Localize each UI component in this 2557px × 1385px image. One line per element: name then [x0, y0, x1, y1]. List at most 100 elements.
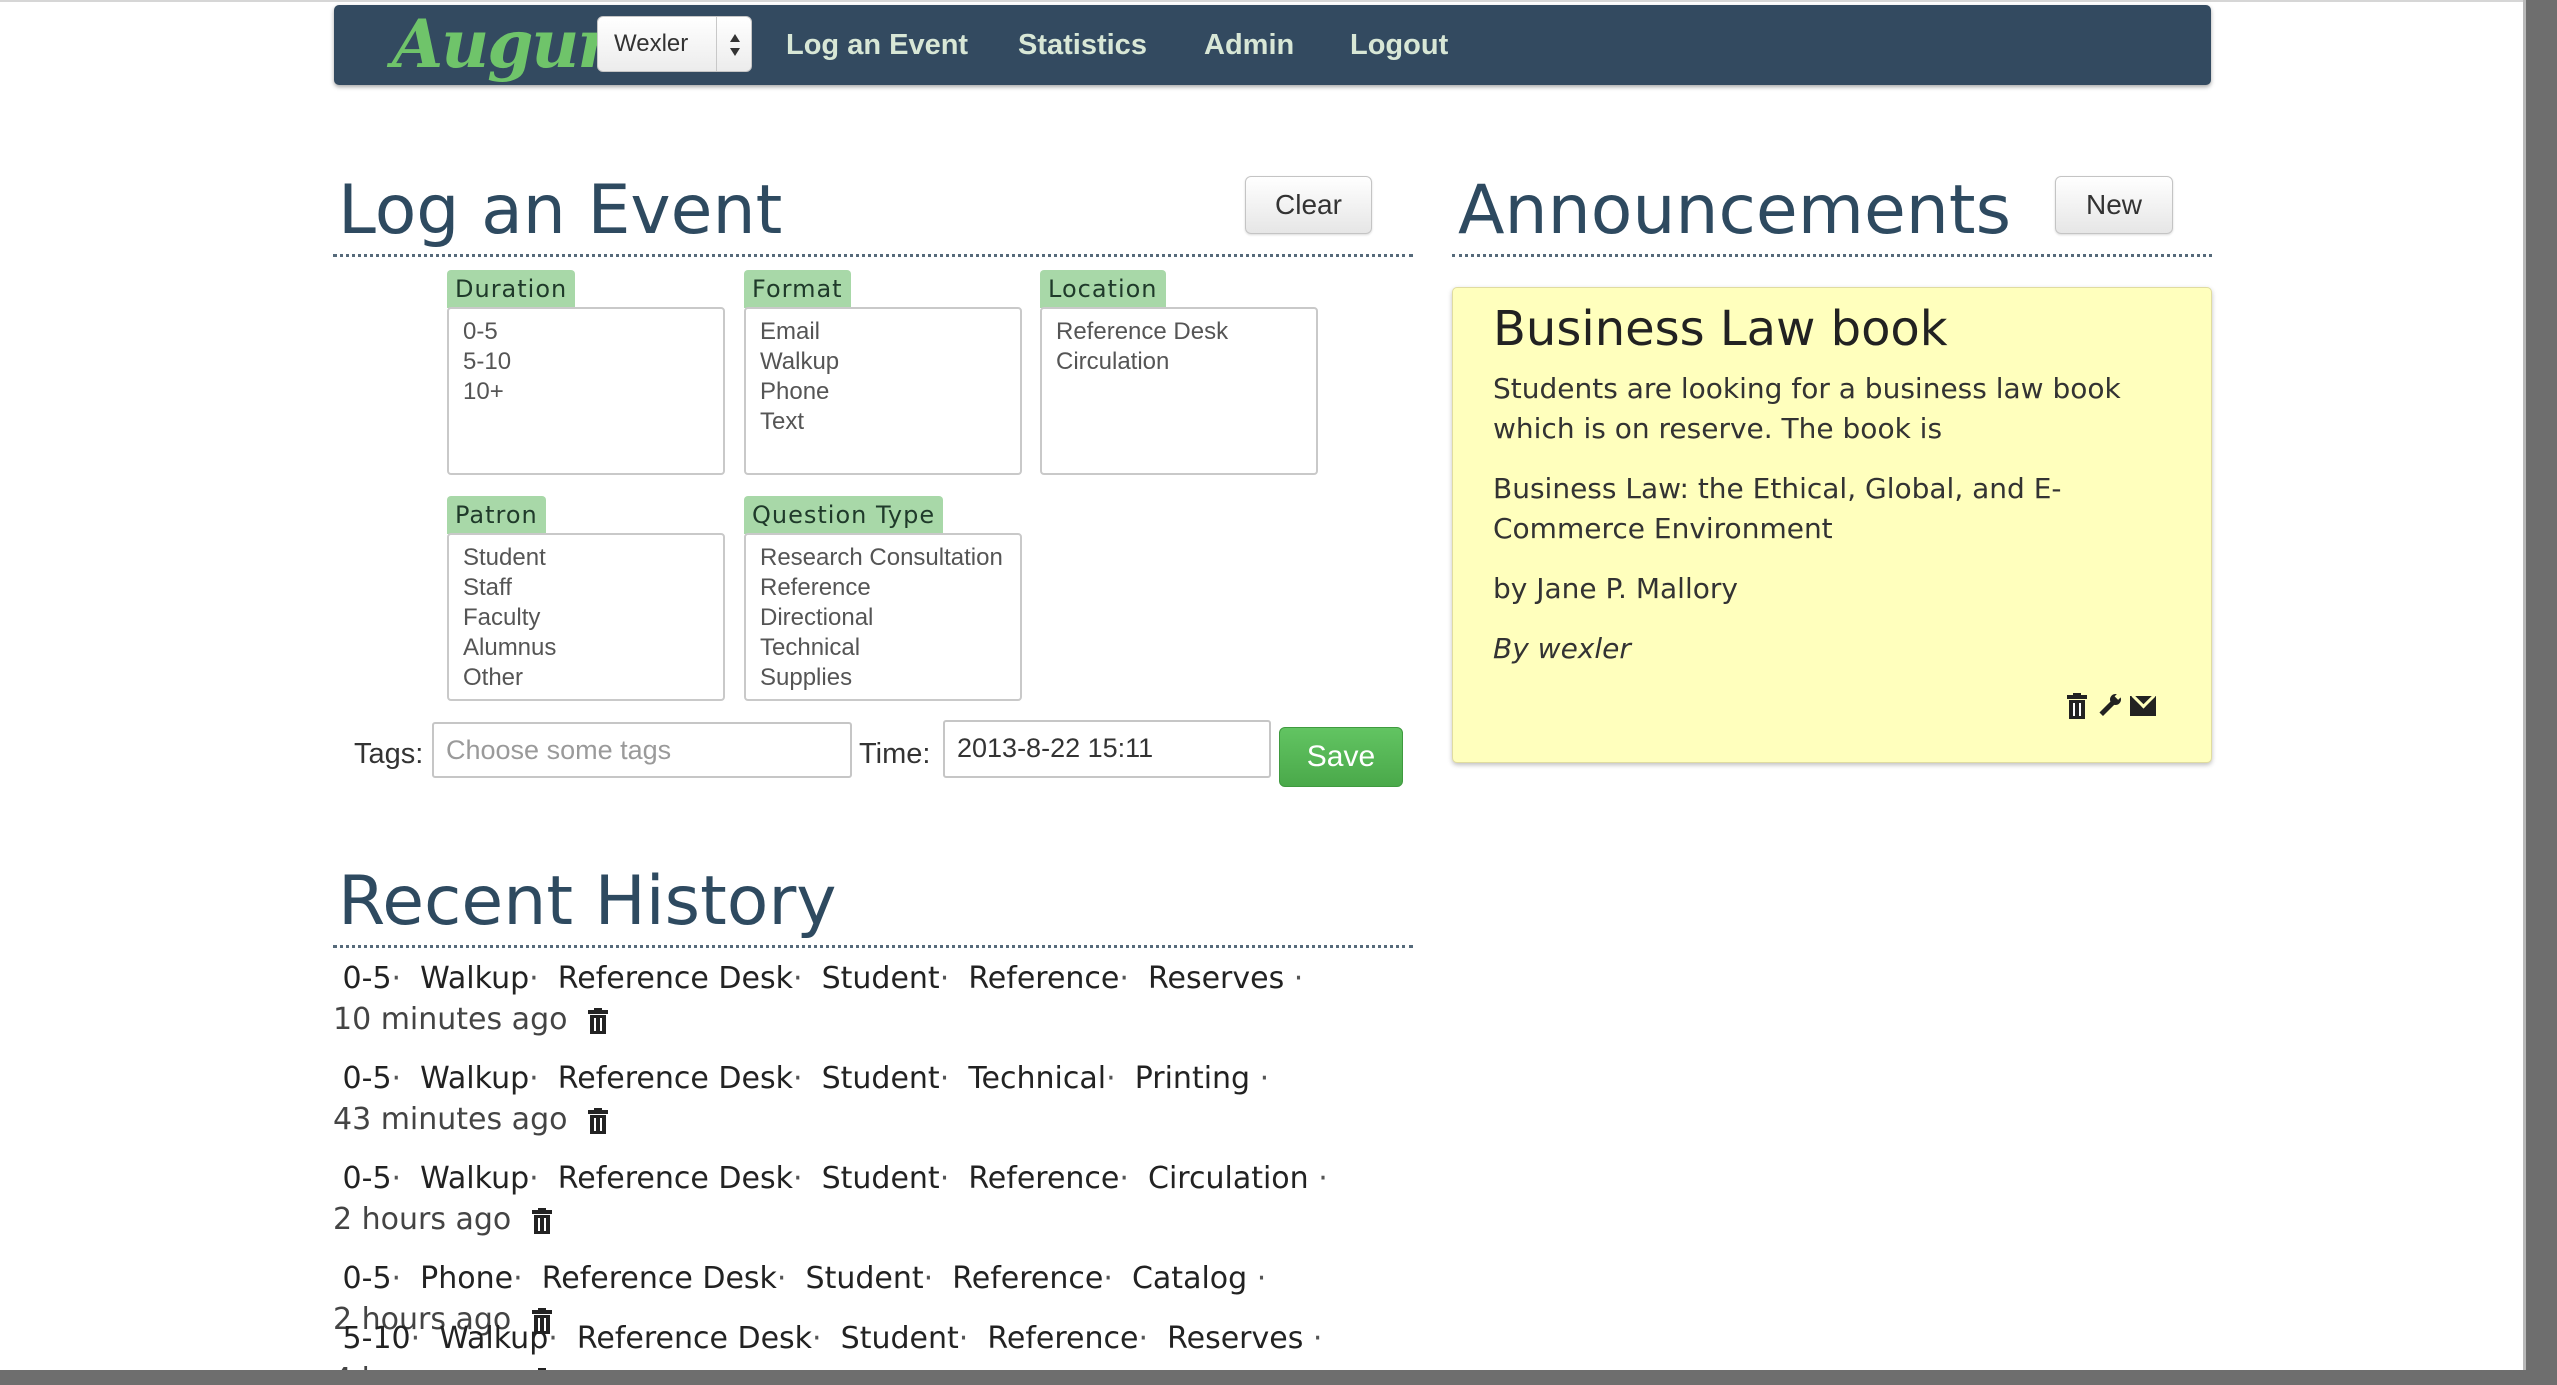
history-tag: Reserves	[1148, 961, 1285, 996]
history-row: 0-5· Walkup· Reference Desk· Student· Re…	[333, 1158, 1413, 1240]
history-time-ago: 43 minutes ago	[333, 1102, 568, 1137]
recent-history-heading: Recent History	[338, 862, 837, 941]
format-label: Format	[744, 270, 851, 308]
question-type-label: Question Type	[744, 496, 944, 534]
library-selector[interactable]: Wexler	[597, 16, 752, 72]
location-option[interactable]: Reference Desk	[1056, 317, 1316, 347]
history-separator: ·	[939, 1161, 950, 1196]
history-row: 5-10· Walkup· Reference Desk· Student· R…	[333, 1318, 1413, 1370]
patron-option[interactable]: Student	[463, 543, 723, 573]
tags-input[interactable]: Choose some tags	[432, 722, 852, 778]
announcement-body: Students are looking for a business law …	[1493, 372, 2121, 445]
history-patron: Student	[805, 1261, 924, 1296]
history-time-ago: 2 hours ago	[333, 1202, 512, 1237]
history-format: Phone	[420, 1261, 514, 1296]
patron-listbox[interactable]: Student Staff Faculty Alumnus Other	[447, 533, 725, 701]
history-separator: ·	[1138, 1321, 1149, 1356]
envelope-icon[interactable]	[2130, 696, 2156, 716]
history-format: Walkup	[420, 961, 530, 996]
history-separator: ·	[1256, 1261, 1267, 1296]
history-separator: ·	[529, 1061, 539, 1096]
question-type-listbox[interactable]: Research Consultation Reference Directio…	[744, 533, 1022, 701]
new-announcement-button[interactable]: New	[2055, 176, 2173, 234]
format-option[interactable]: Text	[760, 407, 1020, 437]
format-option[interactable]: Phone	[760, 377, 1020, 407]
history-row: 0-5· Walkup· Reference Desk· Student· Re…	[333, 958, 1413, 1040]
recent-history-divider	[333, 945, 1413, 948]
brand-logo[interactable]: Augur	[392, 9, 612, 79]
history-separator: ·	[792, 1161, 803, 1196]
trash-icon[interactable]	[587, 1107, 609, 1134]
clear-button[interactable]: Clear	[1245, 176, 1372, 234]
history-duration: 0-5	[342, 1161, 392, 1196]
history-separator: ·	[391, 961, 402, 996]
history-tag: Printing	[1134, 1061, 1251, 1096]
patron-option[interactable]: Staff	[463, 573, 723, 603]
patron-option[interactable]: Alumnus	[463, 633, 723, 663]
trash-icon[interactable]	[2066, 693, 2088, 719]
announcements-heading: Announcements	[1458, 171, 2011, 250]
history-separator: ·	[1318, 1161, 1328, 1196]
history-separator: ·	[1103, 1261, 1113, 1296]
history-separator: ·	[410, 1321, 421, 1356]
save-button[interactable]: Save	[1279, 727, 1403, 787]
history-separator: ·	[1312, 1321, 1323, 1356]
history-location: Reference Desk	[557, 961, 793, 996]
announcement-card: Business Law book Students are looking f…	[1452, 287, 2212, 763]
question-type-option[interactable]: Research Consultation	[760, 543, 1020, 573]
trash-icon[interactable]	[531, 1367, 553, 1370]
history-separator: ·	[529, 961, 539, 996]
history-row: 0-5· Walkup· Reference Desk· Student· Te…	[333, 1058, 1413, 1140]
location-option[interactable]: Circulation	[1056, 347, 1316, 377]
history-separator: ·	[776, 1261, 787, 1296]
announcement-title: Business Law book	[1493, 301, 1948, 357]
patron-option[interactable]: Faculty	[463, 603, 723, 633]
history-separator: ·	[923, 1261, 934, 1296]
duration-listbox[interactable]: 0-5 5-10 10+	[447, 307, 725, 475]
nav-logout[interactable]: Logout	[1350, 5, 1448, 85]
history-patron: Student	[821, 1061, 940, 1096]
history-format: Walkup	[420, 1061, 530, 1096]
trash-icon[interactable]	[531, 1207, 553, 1234]
history-format: Walkup	[439, 1321, 549, 1356]
history-separator: ·	[1259, 1061, 1270, 1096]
location-listbox[interactable]: Reference Desk Circulation	[1040, 307, 1318, 475]
log-event-heading: Log an Event	[338, 171, 783, 250]
question-type-option[interactable]: Directional	[760, 603, 1020, 633]
history-question-type: Reference	[968, 961, 1120, 996]
history-location: Reference Desk	[541, 1261, 777, 1296]
nav-statistics[interactable]: Statistics	[1018, 5, 1147, 85]
log-event-divider	[333, 254, 1413, 257]
duration-option[interactable]: 0-5	[463, 317, 723, 347]
history-separator: ·	[1119, 961, 1129, 996]
question-type-option[interactable]: Technical	[760, 633, 1020, 663]
history-location: Reference Desk	[557, 1061, 793, 1096]
format-listbox[interactable]: Email Walkup Phone Text	[744, 307, 1022, 475]
wrench-icon[interactable]	[2096, 693, 2122, 719]
history-separator: ·	[939, 1061, 950, 1096]
tags-label: Tags:	[354, 738, 424, 770]
time-input[interactable]: 2013-8-22 15:11	[943, 720, 1271, 778]
announcement-book-author: by Jane P. Mallory	[1493, 572, 1738, 605]
history-separator: ·	[548, 1321, 558, 1356]
history-separator: ·	[391, 1161, 402, 1196]
duration-option[interactable]: 5-10	[463, 347, 723, 377]
announcement-book-title: Business Law: the Ethical, Global, and E…	[1493, 472, 2062, 545]
format-option[interactable]: Walkup	[760, 347, 1020, 377]
time-label: Time:	[859, 738, 931, 770]
format-option[interactable]: Email	[760, 317, 1020, 347]
history-separator: ·	[391, 1061, 402, 1096]
history-tag: Reserves	[1167, 1321, 1304, 1356]
top-navbar: Augur Wexler Log an Event Statistics Adm…	[334, 5, 2211, 85]
duration-option[interactable]: 10+	[463, 377, 723, 407]
question-type-option[interactable]: Reference	[760, 573, 1020, 603]
history-patron: Student	[821, 1161, 940, 1196]
history-question-type: Reference	[987, 1321, 1139, 1356]
history-separator: ·	[1293, 961, 1304, 996]
question-type-option[interactable]: Supplies	[760, 663, 1020, 693]
patron-option[interactable]: Other	[463, 663, 723, 693]
nav-admin[interactable]: Admin	[1204, 5, 1294, 85]
trash-icon[interactable]	[587, 1007, 609, 1034]
history-format: Walkup	[420, 1161, 530, 1196]
nav-log-event[interactable]: Log an Event	[786, 5, 968, 85]
